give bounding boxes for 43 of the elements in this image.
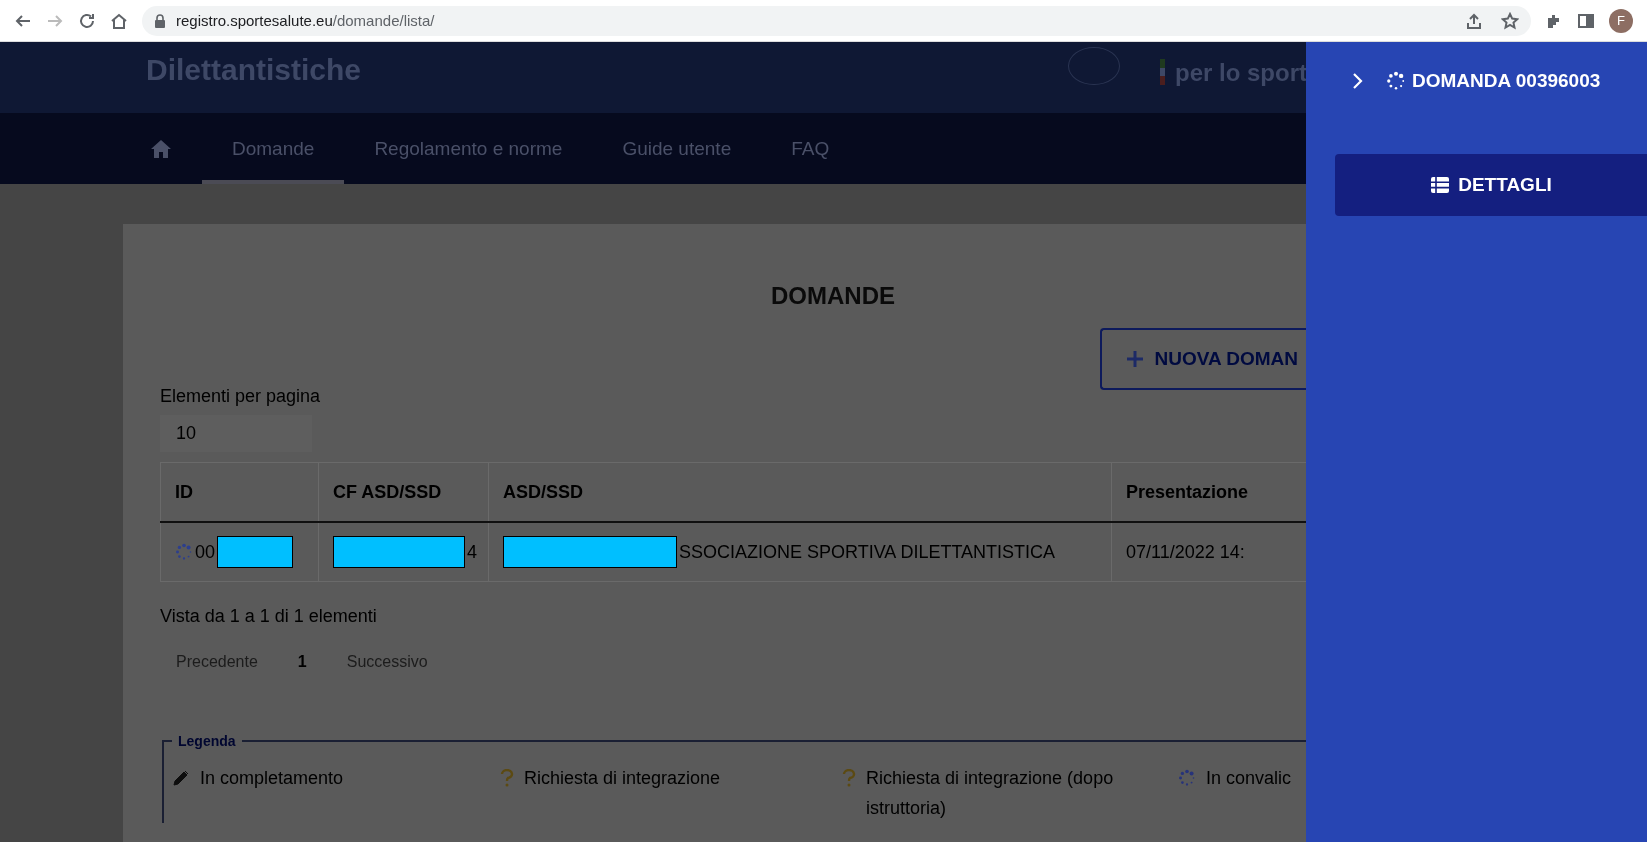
plus-icon	[1126, 350, 1145, 368]
share-icon[interactable]	[1465, 11, 1483, 30]
legend-title: Legenda	[177, 733, 237, 749]
table-cell-text: 4	[467, 541, 477, 563]
panel-title: DOMANDA 00396003	[1412, 70, 1601, 92]
pencil-icon	[172, 769, 190, 787]
legend-item: Richiesta di integrazione	[524, 767, 721, 790]
page-title: DOMANDE	[771, 282, 895, 310]
pagination-link[interactable]: 1	[297, 653, 307, 671]
side-panel-icon[interactable]	[1577, 11, 1595, 30]
column-header[interactable]: ASD/SSD	[488, 462, 1112, 522]
nav-tab[interactable]: Domande	[202, 117, 345, 184]
table-cell-text: SSOCIAZIONE SPORTIVA DILETTANTISTICA	[679, 541, 1056, 563]
details-button[interactable]: DETTAGLI	[1335, 154, 1647, 216]
address-bar[interactable]: registro.sportesalute.eu/domande/lista/	[142, 5, 1531, 36]
table-cell-text: 07/11/2022 14:	[1126, 541, 1245, 563]
legend-item: In convalic	[1206, 767, 1292, 790]
flag-icon	[1160, 59, 1165, 85]
question-mark-icon	[842, 769, 856, 787]
in-progress-icon	[1386, 71, 1406, 91]
table-cell-text: 00	[195, 541, 216, 563]
nav-tab[interactable]: Guide utente	[592, 117, 762, 184]
reload-icon[interactable]	[78, 11, 96, 30]
per-page-select[interactable]: 10	[160, 415, 312, 452]
per-page-label: Elementi per pagina	[160, 386, 321, 407]
home-icon[interactable]	[110, 11, 128, 30]
in-progress-icon	[1178, 769, 1196, 787]
question-mark-icon	[500, 769, 514, 787]
home-icon[interactable]	[150, 138, 172, 159]
legend-item: Richiesta di integrazione (dopo istruttoria)	[866, 767, 1115, 820]
results-info: Vista da 1 a 1 di 1 elementi	[160, 606, 377, 627]
column-header[interactable]: CF ASD/SSD	[318, 462, 489, 522]
avatar[interactable]: F	[1609, 8, 1633, 33]
legend-item: In completamento	[200, 767, 344, 790]
url-text: registro.sportesalute.eu/domande/lista/	[176, 12, 435, 29]
lock-icon	[154, 13, 166, 28]
chevron-right-icon[interactable]	[1352, 72, 1364, 90]
nav-tab[interactable]: FAQ	[761, 117, 860, 184]
list-icon	[1430, 176, 1451, 194]
nav-tab[interactable]: Regolamento e norme	[344, 117, 593, 184]
star-icon[interactable]	[1501, 11, 1519, 30]
in-progress-icon	[175, 543, 193, 561]
column-header[interactable]: ID	[160, 462, 319, 522]
